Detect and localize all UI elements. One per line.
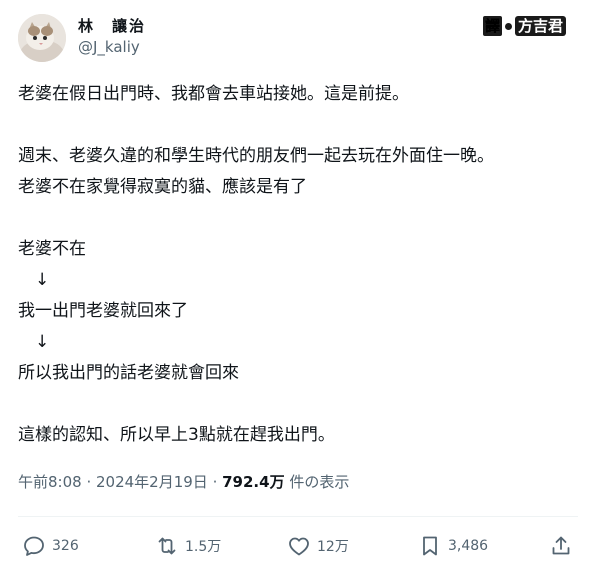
reply-icon [24, 536, 44, 556]
view-count-label: 件の表示 [284, 473, 350, 491]
bookmark-count: 3,486 [448, 538, 489, 554]
tweet-date[interactable]: 2024年2月19日 [96, 473, 208, 491]
meta-separator: · [81, 473, 96, 491]
cat-avatar-icon [18, 14, 66, 62]
bookmark-icon [423, 536, 437, 556]
author-handle[interactable]: @J_kaliy [78, 36, 146, 58]
tweet-text-line: 週末、老婆久違的和學生時代的朋友們一起去玩在外面住一晚。 [18, 146, 494, 166]
like-button[interactable]: 12万 [287, 528, 349, 564]
translator-name: 方吉君 [514, 16, 566, 36]
tweet-text-line: 這樣的認知、所以早上3點就在趕我出門。 [18, 425, 335, 445]
share-button[interactable] [549, 528, 573, 564]
tweet: 林 讓治 @J_kaliy 譯 方吉君 老婆在假日出門時、我都會去車站接她。這是… [0, 0, 598, 574]
tweet-text-line: 老婆在假日出門時、我都會去車站接她。這是前提。 [18, 84, 409, 104]
tweet-text: 老婆在假日出門時、我都會去車站接她。這是前提。 週末、老婆久違的和學生時代的朋友… [18, 79, 578, 451]
reply-count: 326 [52, 538, 79, 554]
bookmark-button[interactable]: 3,486 [418, 528, 488, 564]
retweet-count: 1.5万 [185, 539, 222, 555]
tweet-text-line: 我一出門老婆就回來了 [18, 301, 188, 321]
tweet-text-line [18, 389, 578, 420]
tweet-time[interactable]: 午前8:08 [18, 473, 82, 491]
translator-dot-icon [504, 22, 512, 30]
tweet-text-line: 所以我出門的話老婆就會回來 [18, 363, 239, 383]
translator-badge: 譯 方吉君 [482, 16, 566, 36]
meta-separator: · [207, 473, 223, 491]
tweet-header: 林 讓治 @J_kaliy 譯 方吉君 [18, 14, 578, 64]
tweet-meta: 午前8:08 · 2024年2月19日 · 792.4万 件の表示 [18, 471, 349, 493]
tweet-text-line [18, 110, 578, 141]
reply-button[interactable]: 326 [22, 528, 79, 564]
avatar[interactable] [18, 14, 66, 62]
retweet-button[interactable]: 1.5万 [155, 528, 221, 564]
author-display-name[interactable]: 林 讓治 [78, 16, 146, 36]
tweet-text-line: ↓ [18, 332, 50, 352]
tweet-text-line [18, 203, 578, 234]
retweet-icon [158, 537, 176, 555]
author-info: 林 讓治 @J_kaliy [78, 16, 146, 58]
divider [18, 516, 578, 517]
tweet-text-line: 老婆不在 [18, 239, 86, 259]
translator-tag: 譯 [482, 16, 502, 36]
heart-icon [289, 537, 309, 556]
tweet-text-line: ↓ [18, 270, 50, 290]
tweet-text-line: 老婆不在家覺得寂寞的貓、應該是有了 [18, 177, 307, 197]
like-count: 12万 [317, 539, 349, 555]
view-count: 792.4万 [222, 473, 285, 491]
share-icon [552, 536, 570, 555]
tweet-actions: 326 1.5万 12万 3,486 [18, 528, 578, 564]
